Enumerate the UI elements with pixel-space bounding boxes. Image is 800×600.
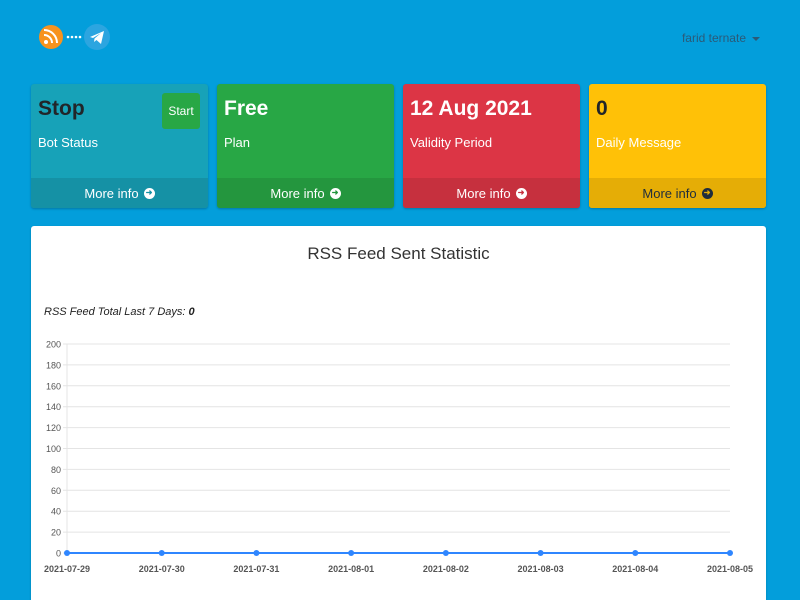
y-tick-label: 60 [51, 486, 61, 496]
statistic-card: RSS Feed Sent Statistic RSS Feed Total L… [31, 226, 766, 600]
plan-more-info-link[interactable]: More info ➜ [217, 178, 394, 208]
x-tick-label: 2021-07-30 [139, 564, 185, 574]
x-tick-label: 2021-08-02 [423, 564, 469, 574]
y-tick-label: 80 [51, 465, 61, 475]
data-point [727, 550, 733, 556]
bot-status-label: Bot Status [38, 135, 98, 150]
y-tick-label: 140 [46, 402, 61, 412]
user-menu[interactable]: farid ternate [682, 31, 760, 45]
arrow-circle-right-icon: ➜ [143, 187, 155, 199]
arrow-circle-right-icon: ➜ [329, 187, 341, 199]
data-point [64, 550, 70, 556]
more-info-label: More info [84, 185, 139, 201]
more-info-label: More info [270, 185, 325, 201]
more-info-label: More info [642, 185, 697, 201]
data-point [158, 550, 165, 556]
plan-label: Plan [224, 135, 251, 150]
data-point [348, 550, 355, 556]
x-tick-label: 2021-08-04 [612, 564, 658, 574]
plan-value: Free [224, 97, 269, 120]
arrow-circle-right-icon: ➜ [515, 187, 527, 199]
daily-message-label: Daily Message [596, 135, 682, 150]
data-point [537, 550, 544, 556]
y-tick-label: 120 [46, 423, 61, 433]
arrow-circle-right-icon: ➜ [701, 187, 713, 199]
x-tick-label: 2021-08-05 [707, 564, 753, 574]
x-tick-label: 2021-08-03 [518, 564, 564, 574]
validity-label: Validity Period [410, 135, 493, 150]
y-tick-label: 180 [46, 360, 61, 370]
x-tick-label: 2021-07-31 [233, 564, 279, 574]
x-tick-label: 2021-07-29 [44, 564, 90, 574]
data-point [442, 550, 449, 556]
y-tick-label: 0 [56, 549, 61, 559]
validity-more-info-link[interactable]: More info ➜ [403, 178, 580, 208]
plan-box: Free Plan More info ➜ [217, 84, 394, 208]
line-chart: 0 20 40 60 80 100 120 140 160 180 200 2021-07-29 202… [44, 340, 753, 575]
validity-value: 12 Aug 2021 [410, 97, 532, 120]
user-name: farid ternate [681, 31, 746, 45]
y-tick-label: 200 [46, 340, 61, 350]
more-info-label: More info [456, 185, 511, 201]
x-tick-label: 2021-08-01 [328, 564, 374, 574]
bot-status-box: Stop Start Bot Status More info ➜ [31, 84, 208, 208]
y-tick-label: 100 [46, 444, 61, 454]
bot-status-value: Stop [38, 97, 85, 120]
daily-message-box: 0 Daily Message More info ➜ [589, 84, 766, 208]
y-tick-label: 20 [51, 528, 61, 538]
daily-message-more-info-link[interactable]: More info ➜ [589, 178, 766, 208]
navbar: farid ternate [0, 0, 800, 75]
start-bot-button[interactable]: Start [162, 93, 200, 129]
data-point [632, 550, 639, 556]
validity-box: 12 Aug 2021 Validity Period More info ➜ [403, 84, 580, 208]
daily-message-value: 0 [596, 97, 608, 120]
data-point [253, 550, 260, 556]
rss-telegram-logo-icon[interactable] [38, 22, 112, 52]
caret-down-icon [752, 36, 760, 41]
y-tick-label: 160 [46, 381, 61, 391]
bot-status-more-info-link[interactable]: More info ➜ [31, 178, 208, 208]
y-tick-label: 40 [51, 507, 61, 517]
